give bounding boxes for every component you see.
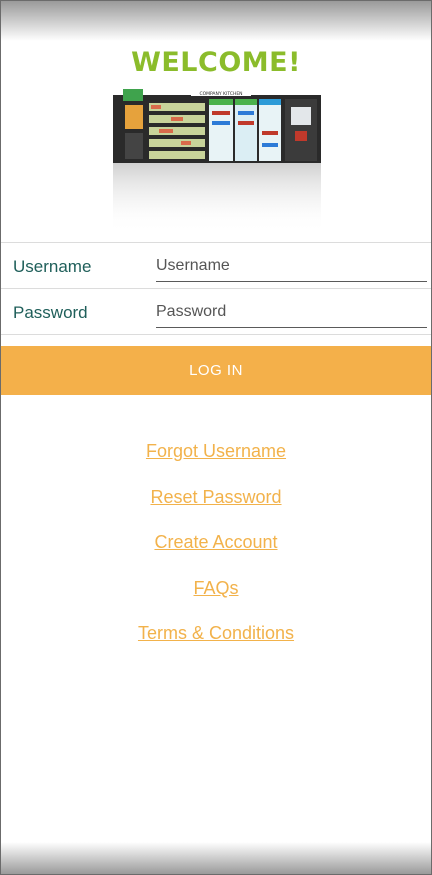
create-account-link[interactable]: Create Account: [1, 532, 431, 553]
welcome-heading: WELCOME!: [131, 47, 301, 78]
top-shadow: [1, 1, 431, 41]
password-label: Password: [13, 303, 88, 322]
terms-link[interactable]: Terms & Conditions: [1, 623, 431, 644]
divider: [1, 288, 431, 289]
forgot-username-link[interactable]: Forgot Username: [1, 441, 431, 462]
username-input[interactable]: [156, 253, 427, 282]
bottom-shadow: [1, 842, 431, 874]
login-screen: WELCOME! COMPANY KITCHEN Username Userna…: [0, 0, 432, 875]
svg-text:COMPANY KITCHEN: COMPANY KITCHEN: [199, 91, 242, 97]
username-label: Username: [13, 257, 92, 276]
divider: [1, 334, 431, 335]
reset-password-link[interactable]: Reset Password: [1, 487, 431, 508]
login-button[interactable]: LOG IN: [1, 346, 431, 395]
divider: [1, 242, 431, 243]
kiosk-image: COMPANY KITCHEN: [113, 89, 321, 233]
password-input[interactable]: [156, 299, 427, 328]
faqs-link[interactable]: FAQs: [1, 578, 431, 599]
